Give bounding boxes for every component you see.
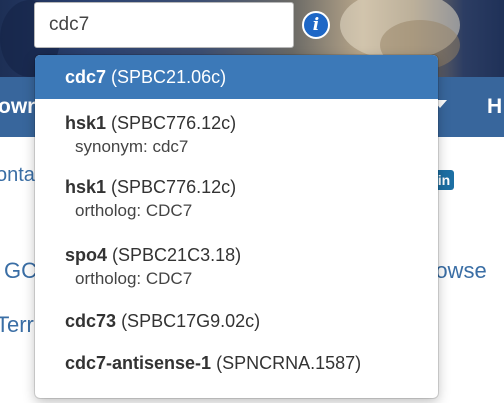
contact-link[interactable]: onta — [0, 164, 35, 187]
go-link[interactable]: GC — [4, 258, 37, 284]
autocomplete-dropdown: cdc7 (SPBC21.06c) hsk1 (SPBC776.12c) syn… — [35, 55, 438, 398]
suggestion-gene-id: (SPBC776.12c) — [111, 113, 237, 133]
suggestion-note: ortholog: CDC7 — [75, 269, 193, 288]
suggestion-gene-name: cdc7-antisense-1 — [65, 353, 212, 373]
suggestion-gene-name: cdc73 — [65, 311, 117, 331]
search-input[interactable] — [34, 2, 294, 48]
suggestion-gene-name: hsk1 — [65, 113, 107, 133]
suggestion-gene-id: (SPNCRNA.1587) — [216, 353, 362, 373]
suggestion-gene-id: (SPBC776.12c) — [111, 177, 237, 197]
suggestion-note: synonym: cdc7 — [75, 137, 189, 156]
suggestion-gene-id: (SPBC17G9.02c) — [121, 311, 261, 331]
suggestion-item[interactable]: spo4 (SPBC21C3.18) ortholog: CDC7 — [35, 243, 438, 309]
info-icon[interactable]: i — [302, 11, 330, 39]
suggestion-item[interactable]: cdc7 (SPBC21.06c) — [35, 55, 438, 99]
suggestion-gene-name: cdc7 — [65, 67, 107, 87]
suggestion-gene-id: (SPBC21.06c) — [111, 67, 227, 87]
terms-link[interactable]: Terr — [0, 312, 34, 338]
suggestion-gene-name: spo4 — [65, 245, 108, 265]
suggestion-item[interactable]: cdc73 (SPBC17G9.02c) — [35, 309, 438, 347]
suggestion-item[interactable]: cdc7-antisense-1 (SPNCRNA.1587) — [35, 347, 438, 387]
nav-item-help[interactable]: H — [487, 95, 502, 119]
nav-item-browse[interactable]: own — [0, 95, 40, 119]
suggestion-item[interactable]: hsk1 (SPBC776.12c) synonym: cdc7 — [35, 99, 438, 171]
suggestion-item[interactable]: hsk1 (SPBC776.12c) ortholog: CDC7 — [35, 171, 438, 243]
suggestion-gene-id: (SPBC21C3.18) — [112, 245, 242, 265]
suggestion-note: ortholog: CDC7 — [75, 201, 193, 220]
suggestion-gene-name: hsk1 — [65, 177, 107, 197]
